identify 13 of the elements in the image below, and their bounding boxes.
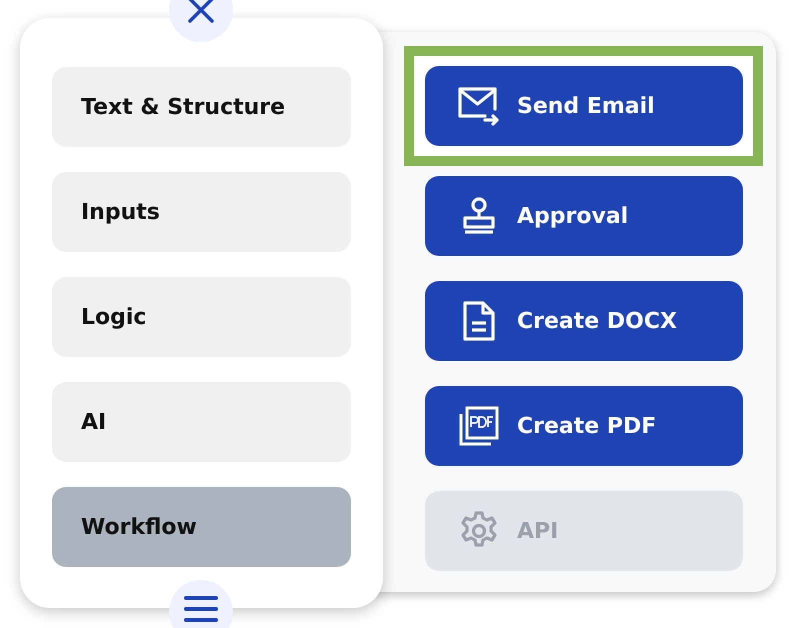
category-button[interactable]: Inputs — [52, 172, 351, 252]
pdf-file-icon — [457, 406, 501, 446]
category-button[interactable]: Text & Structure — [52, 67, 351, 147]
category-button[interactable]: Workflow — [52, 487, 351, 567]
action-button[interactable]: Approval — [425, 176, 743, 256]
action-button[interactable]: Create DOCX — [425, 281, 743, 361]
category-button[interactable]: AI — [52, 382, 351, 462]
action-button[interactable]: Send Email — [425, 66, 743, 146]
category-button[interactable]: Logic — [52, 277, 351, 357]
menu-icon — [183, 594, 219, 624]
action-button[interactable]: Create PDF — [425, 386, 743, 466]
envelope-icon — [457, 86, 501, 126]
close-icon — [186, 0, 216, 25]
